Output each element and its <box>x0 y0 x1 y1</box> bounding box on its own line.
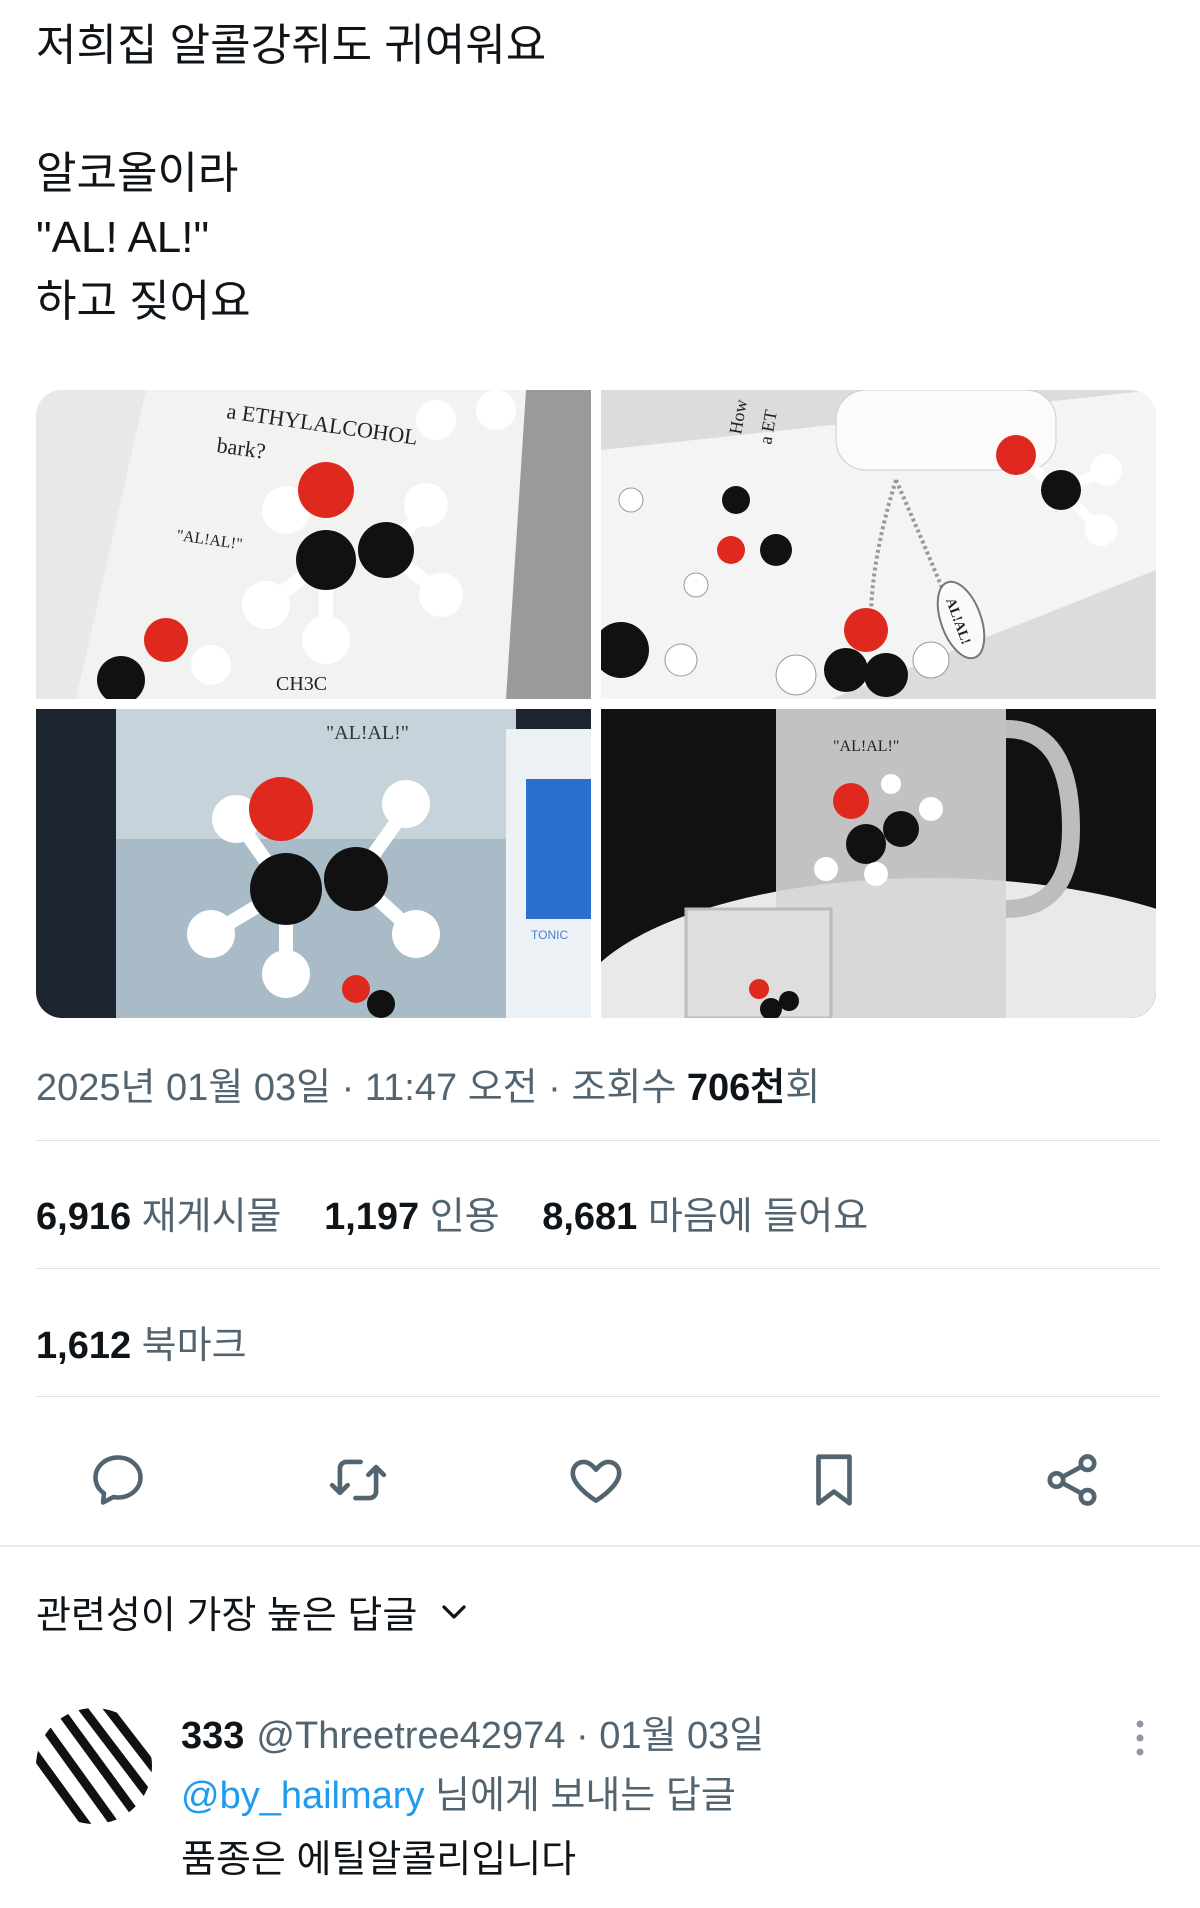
tweet-line: 저희집 알콜강쥐도 귀여워요 <box>36 21 547 70</box>
retweets-count: 6,916 <box>36 1196 132 1238</box>
replying-to: @by_hailmary 님에게 보내는 답글 <box>181 1764 1141 1828</box>
photo-phone-case[interactable]: a ETHYLALCOHOL bark? "AL!AL!" CH3C <box>36 390 591 699</box>
more-options-button[interactable] <box>1120 1718 1160 1758</box>
avatar-image <box>36 1708 152 1824</box>
tweet-meta: 2025년 01월 03일 · 11:47 오전 · 조회수 706천회 <box>36 1056 820 1111</box>
meta-separator: · <box>565 1715 600 1757</box>
avatar[interactable] <box>36 1708 152 1824</box>
share-icon <box>1047 1454 1097 1506</box>
retweets-stat[interactable]: 6,916 재게시물 <box>36 1196 282 1238</box>
tweet-line: 알코올이라 <box>36 149 239 198</box>
share-button[interactable] <box>1032 1440 1112 1520</box>
reply-author-name[interactable]: 333 <box>181 1715 244 1757</box>
photo-text: "AL!AL!" <box>833 738 899 755</box>
likes-stat[interactable]: 8,681 마음에 들어요 <box>542 1196 868 1238</box>
bookmarks-label: 북마크 <box>141 1325 247 1367</box>
bookmarks-stat[interactable]: 1,612 북마크 <box>36 1325 247 1367</box>
replying-to-suffix: 님에게 보내는 답글 <box>424 1775 736 1817</box>
media-grid: a ETHYLALCOHOL bark? "AL!AL!" CH3C How a… <box>36 390 1156 1018</box>
tweet-text: 저희집 알콜강쥐도 귀여워요 알코올이라 "AL! AL!" 하고 짖어요 <box>36 14 546 334</box>
bookmark-stats: 1,612 북마크 <box>36 1314 279 1369</box>
retweets-label: 재게시물 <box>141 1196 282 1238</box>
sort-label: 관련성이 가장 높은 답글 <box>36 1595 418 1637</box>
engagement-stats: 6,916 재게시물 1,197 인용 8,681 마음에 들어요 <box>36 1185 900 1240</box>
quotes-label: 인용 <box>429 1196 500 1238</box>
like-icon <box>570 1459 622 1503</box>
photo-bottle-image: "AL!AL!" TONIC <box>36 709 591 1018</box>
photo-phone-case-image: a ETHYLALCOHOL bark? "AL!AL!" CH3C <box>36 390 591 699</box>
divider <box>36 1268 1160 1269</box>
section-divider <box>0 1545 1200 1547</box>
tweet-line: "AL! AL!" <box>36 213 210 262</box>
tweet-line: 하고 짖어요 <box>36 277 251 326</box>
reply-body: 333 @Threetree42974 · 01월 03일 @by_hailmar… <box>181 1708 1141 1892</box>
reply-author-handle[interactable]: @Threetree42974 <box>256 1715 565 1757</box>
reply-date[interactable]: 01월 03일 <box>599 1715 764 1757</box>
photo-keychain-image: How a ET AL!AL! <box>601 390 1156 699</box>
reply-sort-dropdown[interactable]: 관련성이 가장 높은 답글 <box>36 1584 469 1639</box>
photo-glass[interactable]: "AL!AL!" <box>601 709 1156 1018</box>
meta-separator: · <box>537 1067 572 1109</box>
photo-text: CH3C <box>276 673 327 695</box>
more-vertical-icon <box>1136 1720 1144 1756</box>
views-suffix: 회 <box>785 1067 821 1109</box>
photo-glass-image: "AL!AL!" <box>601 709 1156 1018</box>
photo-text: TONIC <box>531 928 568 942</box>
divider <box>36 1140 1160 1141</box>
photo-bottle[interactable]: "AL!AL!" TONIC <box>36 709 591 1018</box>
chevron-down-icon <box>442 1604 466 1619</box>
reply-button[interactable] <box>78 1440 158 1520</box>
retweet-icon <box>329 1459 387 1501</box>
retweet-button[interactable] <box>318 1440 398 1520</box>
views-count: 706천 <box>686 1067 786 1109</box>
bookmark-icon <box>816 1454 852 1506</box>
photo-keychain[interactable]: How a ET AL!AL! <box>601 390 1156 699</box>
tweet-time[interactable]: 11:47 오전 <box>365 1067 538 1109</box>
photo-text: "AL!AL!" <box>326 722 409 744</box>
divider <box>36 1396 1160 1397</box>
reply-header: 333 @Threetree42974 · 01월 03일 <box>181 1708 1141 1764</box>
likes-label: 마음에 들어요 <box>647 1196 869 1238</box>
like-button[interactable] <box>556 1440 636 1520</box>
mention-link[interactable]: @by_hailmary <box>181 1775 424 1817</box>
action-bar <box>36 1440 1160 1520</box>
bookmarks-count: 1,612 <box>36 1325 132 1367</box>
reply-text: 품종은 에틸알콜리입니다 <box>181 1839 577 1881</box>
likes-count: 8,681 <box>542 1196 638 1238</box>
reply-icon <box>93 1455 143 1505</box>
bookmark-button[interactable] <box>794 1440 874 1520</box>
quotes-count: 1,197 <box>324 1196 420 1238</box>
quotes-stat[interactable]: 1,197 인용 <box>324 1196 500 1238</box>
meta-separator: · <box>331 1067 365 1109</box>
views-label: 조회수 <box>571 1067 687 1109</box>
tweet-date[interactable]: 2025년 01월 03일 <box>36 1067 331 1109</box>
